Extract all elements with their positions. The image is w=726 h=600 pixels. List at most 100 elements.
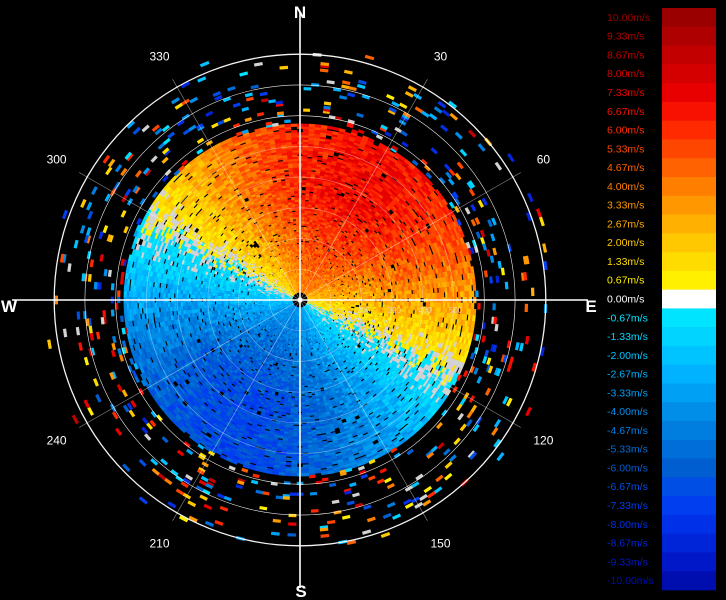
echo-cell <box>482 243 488 251</box>
echo-cell <box>447 178 455 186</box>
echo-cell <box>301 190 306 194</box>
echo-cell <box>486 357 492 366</box>
echo-cell <box>492 247 498 256</box>
echo-cell <box>358 79 367 85</box>
echo-cell <box>332 126 340 132</box>
echo-cell <box>449 112 459 121</box>
echo-cell <box>470 203 477 212</box>
echo-cell <box>441 409 448 417</box>
echo-cell <box>326 80 335 85</box>
echo-cell <box>357 129 365 135</box>
echo-cell <box>428 113 438 121</box>
echo-cell <box>486 249 491 257</box>
echo-cell <box>538 216 545 227</box>
echo-cell <box>456 161 464 170</box>
echo-cell <box>471 314 476 322</box>
echo-cell <box>326 125 334 130</box>
echo-cell <box>475 231 482 239</box>
echo-cell <box>482 356 488 364</box>
echo-cell <box>317 156 323 161</box>
echo-cell <box>341 80 351 86</box>
echo-cell <box>475 290 479 298</box>
echo-cell <box>453 291 458 298</box>
echo-cell <box>542 243 548 253</box>
echo-cell <box>407 313 412 318</box>
echo-cell <box>530 287 535 297</box>
echo-cell <box>385 94 395 101</box>
echo-cell <box>421 110 430 118</box>
echo-cell <box>352 304 356 307</box>
echo-cell <box>307 158 313 162</box>
echo-cell <box>356 112 364 118</box>
echo-cell <box>470 302 475 310</box>
echo-cell <box>459 423 467 432</box>
echo-cell <box>469 352 475 360</box>
echo-cell <box>303 108 311 112</box>
velocity-echo-layer <box>47 52 548 546</box>
echo-cell <box>472 284 477 292</box>
echo-cell <box>535 208 543 218</box>
echo-cell <box>440 124 449 132</box>
echo-cell <box>483 270 488 278</box>
echo-cell <box>423 164 431 172</box>
echo-cell <box>364 54 375 61</box>
echo-cell <box>400 130 408 137</box>
echo-cell <box>507 152 515 163</box>
echo-cell <box>441 109 451 118</box>
echo-cell <box>477 303 481 310</box>
echo-cell <box>514 341 520 351</box>
echo-cell <box>303 226 307 231</box>
echo-cell <box>454 131 463 140</box>
echo-cell <box>497 260 502 269</box>
echo-cell <box>491 427 499 436</box>
echo-cell <box>495 275 500 283</box>
echo-cell <box>525 406 533 417</box>
echo-cell <box>468 188 476 197</box>
echo-cell <box>380 292 384 297</box>
echo-cell <box>492 303 496 311</box>
echo-cell <box>404 91 414 98</box>
echo-cell <box>454 172 462 181</box>
echo-cell <box>301 179 307 183</box>
echo-cell <box>311 83 320 87</box>
echo-cell <box>504 281 509 290</box>
echo-cell <box>477 143 486 152</box>
echo-cell <box>484 387 492 396</box>
echo-cell <box>356 302 361 306</box>
echo-cell <box>391 101 400 108</box>
echo-cell <box>466 410 474 419</box>
echo-cell <box>480 236 486 245</box>
echo-cell <box>310 171 316 176</box>
echo-cell <box>377 287 382 291</box>
echo-cell <box>489 276 493 284</box>
echo-cell <box>378 301 382 305</box>
echo-cell <box>434 287 438 294</box>
echo-cell <box>378 303 382 308</box>
echo-cell <box>384 289 388 293</box>
echo-cell <box>465 418 473 427</box>
echo-cell <box>471 278 476 285</box>
echo-cell <box>479 229 486 238</box>
echo-cell <box>314 124 322 129</box>
echo-cell <box>457 412 465 421</box>
echo-cell <box>323 101 332 106</box>
echo-cell <box>356 83 366 90</box>
echo-cell <box>468 284 472 292</box>
echo-cell <box>339 95 348 100</box>
echo-cell <box>319 68 329 73</box>
echo-cell <box>301 226 304 231</box>
echo-cell <box>341 84 350 90</box>
echo-cell <box>472 423 480 433</box>
echo-cell <box>347 92 356 98</box>
echo-cell <box>463 314 468 321</box>
echo-cell <box>493 418 502 428</box>
echo-cell <box>496 451 505 462</box>
echo-cell <box>348 86 357 92</box>
echo-cell <box>420 158 428 166</box>
echo-cell <box>468 129 477 138</box>
echo-cell <box>476 376 483 384</box>
echo-cell <box>494 161 503 171</box>
echo-cell <box>489 255 495 264</box>
echo-cell <box>494 323 499 332</box>
echo-cell <box>490 233 496 242</box>
